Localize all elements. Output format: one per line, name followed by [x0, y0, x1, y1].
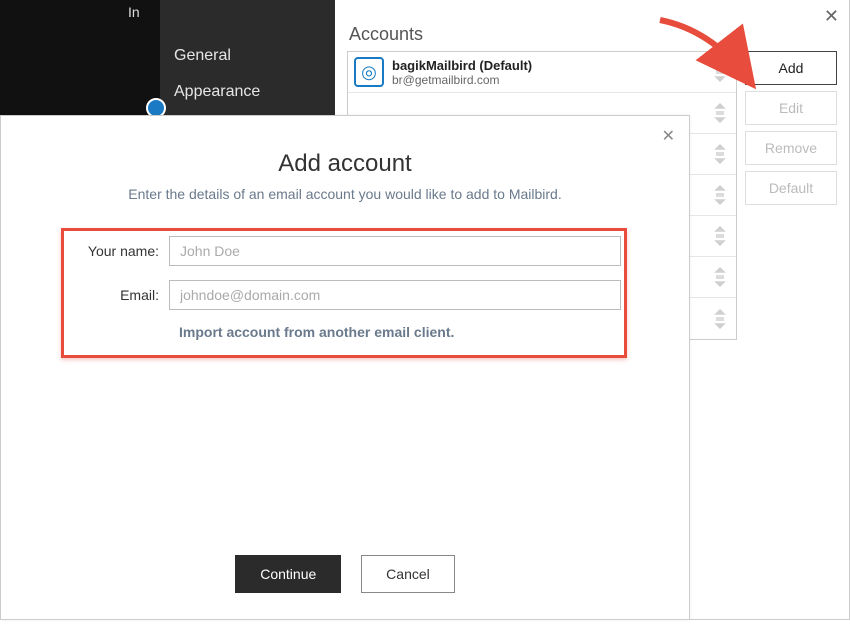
mailbird-account-icon: ◎	[354, 57, 384, 87]
cancel-button[interactable]: Cancel	[361, 555, 455, 593]
drag-handle-icon[interactable]	[710, 185, 730, 205]
edit-account-button[interactable]: Edit	[745, 91, 837, 125]
add-account-modal: ✕ Add account Enter the details of an em…	[0, 115, 690, 620]
settings-sidebar: General Appearance	[160, 0, 335, 115]
default-account-button[interactable]: Default	[745, 171, 837, 205]
account-row[interactable]: ◎ bagikMailbird (Default) br@getmailbird…	[348, 52, 736, 93]
account-email: br@getmailbird.com	[392, 73, 710, 87]
accounts-heading: Accounts	[335, 0, 849, 51]
email-label: Email:	[69, 287, 169, 303]
drag-handle-icon[interactable]	[710, 309, 730, 329]
modal-title: Add account	[1, 150, 689, 178]
add-account-button[interactable]: Add	[745, 51, 837, 85]
modal-subtitle: Enter the details of an email account yo…	[1, 186, 689, 202]
accounts-action-buttons: Add Edit Remove Default	[745, 51, 837, 205]
import-account-link[interactable]: Import account from another email client…	[179, 324, 621, 340]
drag-handle-icon[interactable]	[710, 103, 730, 123]
drag-handle-icon[interactable]	[710, 144, 730, 164]
sidebar-item-general[interactable]: General	[160, 38, 335, 74]
drag-handle-icon[interactable]	[710, 62, 730, 82]
close-settings-icon[interactable]: ✕	[824, 6, 839, 27]
drag-handle-icon[interactable]	[710, 226, 730, 246]
name-input[interactable]	[169, 236, 621, 266]
sidebar-item-appearance[interactable]: Appearance	[160, 74, 335, 110]
close-modal-icon[interactable]: ✕	[662, 126, 675, 146]
name-label: Your name:	[69, 243, 169, 259]
account-name: bagikMailbird (Default)	[392, 58, 710, 73]
drag-handle-icon[interactable]	[710, 267, 730, 287]
continue-button[interactable]: Continue	[235, 555, 341, 593]
remove-account-button[interactable]: Remove	[745, 131, 837, 165]
header-fragment: In	[128, 4, 140, 20]
email-input[interactable]	[169, 280, 621, 310]
